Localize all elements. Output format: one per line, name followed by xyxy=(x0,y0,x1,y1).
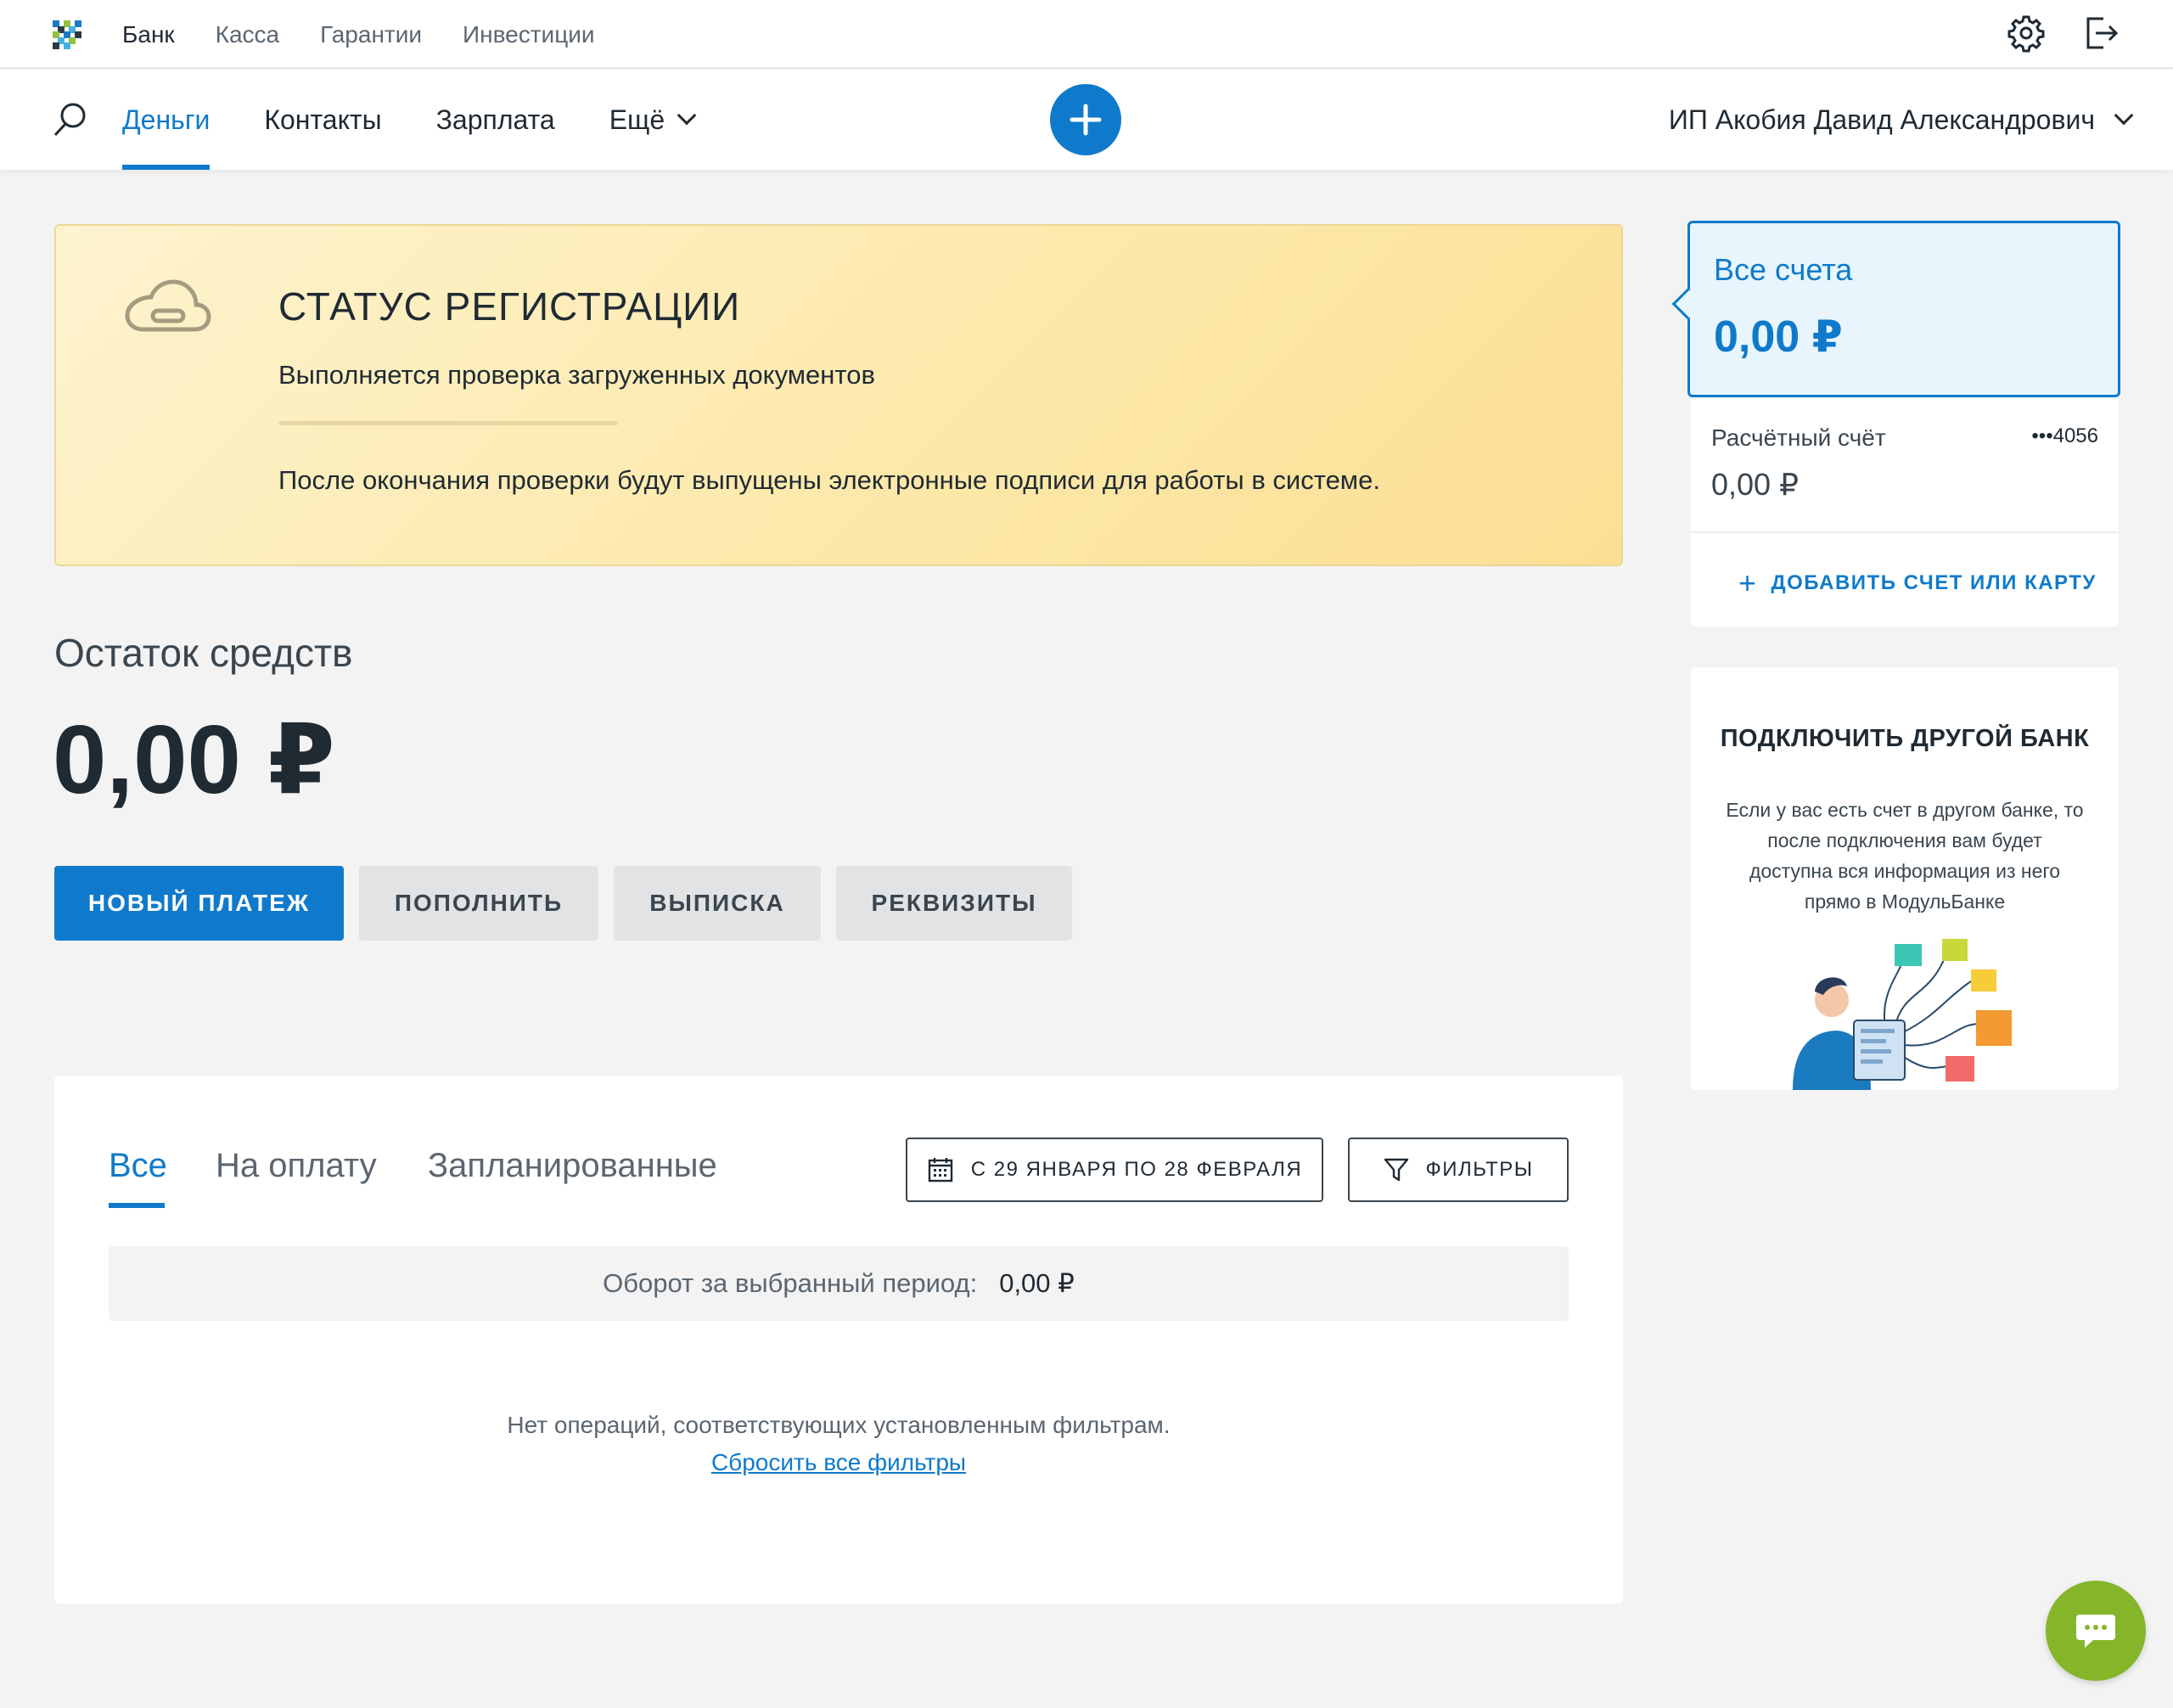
search-icon[interactable] xyxy=(51,100,90,139)
tab-scheduled[interactable]: Запланированные xyxy=(428,1147,717,1185)
chevron-down-icon xyxy=(677,105,697,126)
plus-icon: + xyxy=(1738,565,1758,600)
tab-all[interactable]: Все xyxy=(109,1147,167,1185)
bank-logo-icon[interactable] xyxy=(53,20,81,49)
all-accounts-card[interactable]: Все счета 0,00 ₽ xyxy=(1671,221,2120,397)
top-nav: Банк Касса Гарантии Инвестиции xyxy=(122,0,636,69)
nav-contacts[interactable]: Контакты xyxy=(264,70,381,170)
nav-salary[interactable]: Зарплата xyxy=(436,70,555,170)
details-button[interactable]: РЕКВИЗИТЫ xyxy=(836,866,1072,941)
all-accounts-value: 0,00 ₽ xyxy=(1714,312,1843,362)
create-button[interactable] xyxy=(1050,84,1121,155)
reset-filters-link: Сбросить все фильтры xyxy=(54,1449,1623,1476)
account-name: Расчётный счёт xyxy=(1711,424,1886,451)
turnover-label: Оборот за выбранный период: xyxy=(603,1268,978,1298)
operations-panel: Все На оплату Запланированные С 29 ЯНВАР… xyxy=(54,1076,1623,1604)
new-payment-button[interactable]: НОВЫЙ ПЛАТЕЖ xyxy=(54,866,344,941)
add-account-label: ДОБАВИТЬ СЧЕТ ИЛИ КАРТУ xyxy=(1771,571,2097,594)
registration-status-card: СТАТУС РЕГИСТРАЦИИ Выполняется проверка … xyxy=(54,224,1623,566)
reset-filters-link-text[interactable]: Сбросить все фильтры xyxy=(711,1449,966,1475)
user-menu[interactable]: ИП Акобия Давид Александрович xyxy=(1668,70,2134,170)
other-bank-text: Если у вас есть счет в другом банке, то … xyxy=(1726,799,2084,913)
filters-button[interactable]: ФИЛЬТРЫ xyxy=(1348,1138,1569,1202)
tab-to-pay[interactable]: На оплату xyxy=(216,1147,377,1185)
empty-operations-text: Нет операций, соответствующих установлен… xyxy=(507,1412,1171,1438)
cloud-icon xyxy=(125,279,211,332)
top-bar: Банк Касса Гарантии Инвестиции xyxy=(0,0,2173,69)
settings-icon[interactable] xyxy=(2007,14,2046,53)
balance-label: Остаток средств xyxy=(54,631,353,675)
date-range-button[interactable]: С 29 ЯНВАРЯ ПО 28 ФЕВРАЛЯ xyxy=(906,1138,1323,1202)
top-up-button[interactable]: ПОПОЛНИТЬ xyxy=(359,866,598,941)
main-nav: Деньги Контакты Зарплата Ещё xyxy=(122,70,748,170)
nav-money[interactable]: Деньги xyxy=(122,70,211,170)
tab-active-indicator xyxy=(109,1203,165,1208)
filter-icon xyxy=(1384,1158,1409,1182)
status-note: После окончания проверки будут выпущены … xyxy=(278,465,1380,495)
other-bank-title: ПОДКЛЮЧИТЬ ДРУГОЙ БАНК xyxy=(1720,725,2090,752)
account-number: •••4056 xyxy=(2031,424,2098,447)
account-item[interactable]: Расчётный счёт •••4056 0,00 ₽ xyxy=(1691,399,2119,531)
all-accounts-title: Все счета xyxy=(1714,252,1853,287)
chevron-down-icon xyxy=(2114,105,2134,126)
chat-bubble-icon xyxy=(2076,1615,2115,1648)
connect-other-bank-card[interactable]: ПОДКЛЮЧИТЬ ДРУГОЙ БАНК Если у вас есть с… xyxy=(1691,667,2119,1090)
status-title: СТАТУС РЕГИСТРАЦИИ xyxy=(278,284,741,329)
chat-button[interactable] xyxy=(2046,1581,2146,1681)
user-name: ИП Акобия Давид Александрович xyxy=(1668,104,2095,135)
filters-label: ФИЛЬТРЫ xyxy=(1425,1158,1534,1181)
main-nav-bar: Деньги Контакты Зарплата Ещё ИП Акобия Д… xyxy=(0,70,2173,170)
top-nav-guarantees[interactable]: Гарантии xyxy=(320,21,422,48)
top-nav-bank[interactable]: Банк xyxy=(122,21,175,48)
logout-icon[interactable] xyxy=(2081,14,2120,53)
status-progress-divider xyxy=(278,421,618,425)
balance-value: 0,00 ₽ xyxy=(53,706,335,814)
accounts-list: Расчётный счёт •••4056 0,00 ₽ + ДОБАВИТЬ… xyxy=(1691,399,2119,626)
top-nav-cash[interactable]: Касса xyxy=(216,21,279,48)
nav-more-label: Ещё xyxy=(609,104,665,135)
top-nav-investments[interactable]: Инвестиции xyxy=(463,21,595,48)
statement-button[interactable]: ВЫПИСКА xyxy=(614,866,821,941)
nav-more[interactable]: Ещё xyxy=(609,70,697,170)
status-subtitle: Выполняется проверка загруженных докумен… xyxy=(278,360,875,390)
divider xyxy=(1691,531,2119,533)
add-account-button[interactable]: + ДОБАВИТЬ СЧЕТ ИЛИ КАРТУ xyxy=(1738,565,2097,601)
selection-pointer xyxy=(1671,288,1704,320)
date-range-label: С 29 ЯНВАРЯ ПО 28 ФЕВРАЛЯ xyxy=(970,1158,1303,1181)
calendar-icon xyxy=(928,1158,952,1183)
turnover-bar: Оборот за выбранный период: 0,00 ₽ xyxy=(109,1246,1569,1321)
turnover-value: 0,00 ₽ xyxy=(999,1268,1075,1298)
bank-connection-illustration xyxy=(1793,939,2012,1090)
plus-icon xyxy=(1070,104,1102,136)
account-value: 0,00 ₽ xyxy=(1711,467,1799,502)
